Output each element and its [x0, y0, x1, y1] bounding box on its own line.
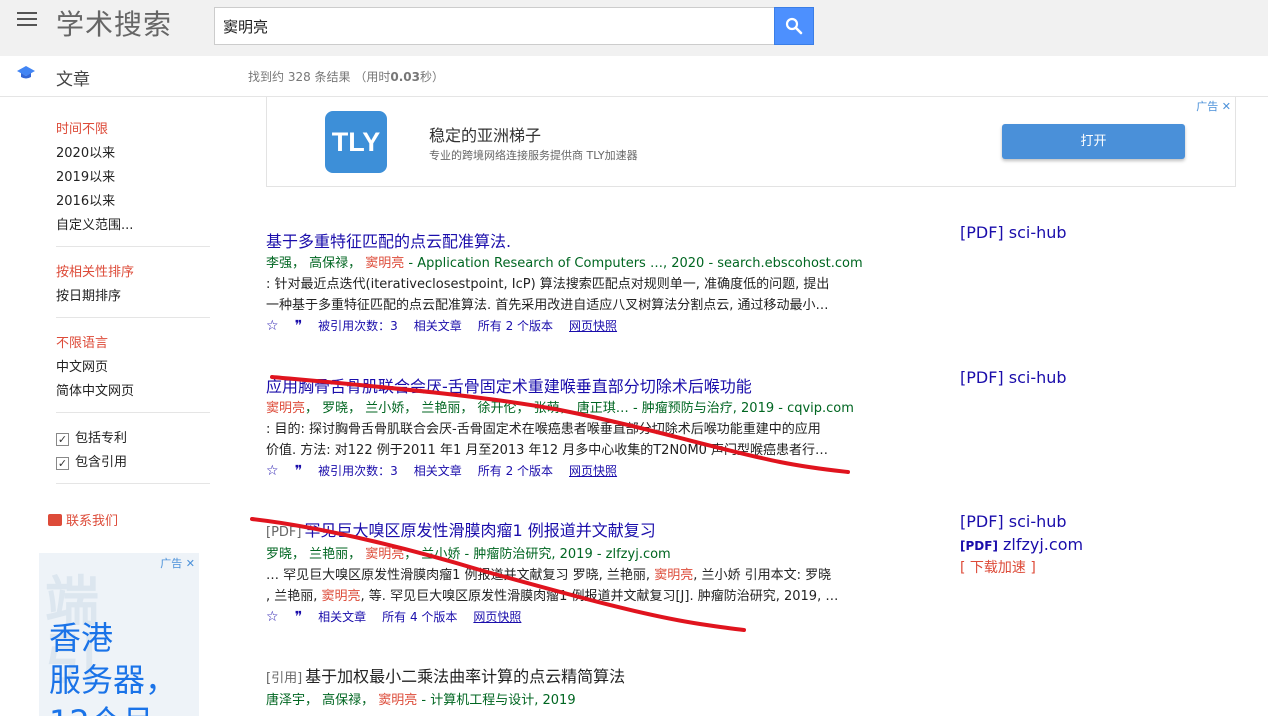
result-authors: 窦明亮， 罗晓， 兰小娇， 兰艳丽， 徐开伦， 张萌， 唐正琪… - 肿瘤预防与… — [266, 401, 854, 416]
result-actions: ☆ ❞ 被引用次数：3 相关文章 所有 2 个版本 网页快照 — [266, 461, 906, 481]
result-title[interactable]: 基于多重特征匹配的点云配准算法. — [266, 231, 906, 253]
logo[interactable]: 学术搜索 — [56, 3, 172, 43]
pdf-source-link[interactable]: [PDF] zlfzyj.com — [960, 533, 1083, 558]
all-versions-link[interactable]: 所有 2 个版本 — [478, 461, 553, 481]
filter-since-2019[interactable]: 2019以来 — [56, 166, 210, 190]
search-button[interactable] — [774, 7, 814, 45]
all-versions-link[interactable]: 所有 4 个版本 — [382, 607, 457, 627]
left-ad-text: 香港 服务器， 12个月 — [49, 619, 178, 716]
star-icon[interactable]: ☆ — [266, 461, 279, 481]
cite-icon[interactable]: ❞ — [295, 607, 303, 627]
filter-since-2020[interactable]: 2020以来 — [56, 142, 210, 166]
lang-chinese[interactable]: 中文网页 — [56, 356, 210, 380]
language-filter: 不限语言 中文网页 简体中文网页 — [56, 332, 210, 413]
include-options: ✓ 包括专利 ✓ 包含引用 — [56, 427, 210, 484]
search-input[interactable] — [214, 7, 775, 45]
pdf-tag: [PDF] — [266, 525, 302, 540]
cached-link[interactable]: 网页快照 — [569, 316, 617, 336]
result-snippet: , 兰艳丽, 窦明亮, 等. 罕见巨大嗅区原发性滑膜肉瘤1 例报道并文献复习[J… — [266, 589, 839, 604]
result-snippet: … 罕见巨大嗅区原发性滑膜肉瘤1 例报道并文献复习 罗晓, 兰艳丽, 窦明亮, … — [266, 568, 832, 583]
cited-by-link[interactable]: 被引用次数：3 — [318, 316, 398, 336]
result-title[interactable]: 应用胸骨舌骨肌联合会厌-舌骨固定术重建喉垂直部分切除术后喉功能 — [266, 376, 906, 398]
sort-options: 按相关性排序 按日期排序 — [56, 261, 210, 318]
checkmark-icon: ✓ — [56, 456, 69, 470]
result-actions: ☆ ❞ 被引用次数：3 相关文章 所有 2 个版本 网页快照 — [266, 316, 906, 336]
section-label[interactable]: 文章 — [56, 65, 90, 90]
sort-by-date[interactable]: 按日期排序 — [56, 285, 210, 309]
include-citations-checkbox[interactable]: ✓ 包含引用 — [56, 451, 210, 475]
result-snippet: 一种基于多重特征匹配的点云配准算法. 首先采用改进自适应八叉树算法分割点云, 通… — [266, 298, 829, 313]
related-articles-link[interactable]: 相关文章 — [318, 607, 366, 627]
menu-icon[interactable] — [17, 12, 37, 28]
search-result: [引用] 基于加权最小二乘法曲率计算的点云精简算法 唐泽宇， 高保禄， 窦明亮 -… — [266, 666, 906, 711]
all-versions-link[interactable]: 所有 2 个版本 — [478, 316, 553, 336]
cached-link[interactable]: 网页快照 — [473, 607, 521, 627]
tly-logo: TLY — [325, 111, 387, 173]
time-filter: 时间不限 2020以来 2019以来 2016以来 自定义范围... — [56, 118, 210, 247]
result-snippet: : 针对最近点迭代(iterativeclosestpoint, IcP) 算法… — [266, 277, 830, 292]
filter-any-time[interactable]: 时间不限 — [56, 118, 210, 142]
checkmark-icon: ✓ — [56, 432, 69, 446]
filter-custom-range[interactable]: 自定义范围... — [56, 214, 210, 238]
ad-tag[interactable]: 广告 ✕ — [160, 555, 195, 571]
related-articles-link[interactable]: 相关文章 — [414, 316, 462, 336]
sci-hub-link[interactable]: [PDF] sci-hub — [960, 510, 1067, 533]
search-result: [PDF] 罕见巨大嗅区原发性滑膜肉瘤1 例报道并文献复习 罗晓， 兰艳丽， 窦明… — [266, 520, 906, 627]
include-patents-checkbox[interactable]: ✓ 包括专利 — [56, 427, 210, 451]
download-accelerate-link[interactable]: [ 下载加速 ] — [960, 557, 1036, 580]
sub-bar: 文章 找到约 328 条结果 （用时0.03秒） — [0, 56, 1268, 97]
result-title[interactable]: [PDF] 罕见巨大嗅区原发性滑膜肉瘤1 例报道并文献复习 — [266, 520, 906, 544]
result-actions: ☆ ❞ 相关文章 所有 4 个版本 网页快照 — [266, 607, 906, 627]
search-icon — [785, 17, 803, 35]
result-authors: 李强， 高保禄， 窦明亮 - Application Research of C… — [266, 256, 863, 271]
ad-banner[interactable]: 广告 ✕ TLY 稳定的亚洲梯子 专业的跨境网络连接服务提供商 TLY加速器 打… — [266, 97, 1236, 187]
search-result: 基于多重特征匹配的点云配准算法. 李强， 高保禄， 窦明亮 - Applicat… — [266, 231, 906, 336]
contact-us-link[interactable]: 联系我们 — [48, 510, 118, 529]
result-snippet: 价值. 方法: 对122 例于2011 年1 月至2013 年12 月多中心收集… — [266, 443, 829, 458]
citation-tag: [引用] — [266, 671, 303, 686]
result-authors: 唐泽宇， 高保禄， 窦明亮 - 计算机工程与设计, 2019 — [266, 693, 576, 708]
ad-description: 专业的跨境网络连接服务提供商 TLY加速器 — [429, 149, 638, 162]
ad-open-button[interactable]: 打开 — [1002, 124, 1185, 159]
filter-since-2016[interactable]: 2016以来 — [56, 190, 210, 214]
ad-tag[interactable]: 广告 ✕ — [1196, 98, 1231, 114]
sci-hub-link[interactable]: [PDF] sci-hub — [960, 221, 1067, 244]
top-bar: 学术搜索 — [0, 0, 1268, 56]
result-stats: 找到约 328 条结果 （用时0.03秒） — [248, 70, 445, 84]
star-icon[interactable]: ☆ — [266, 607, 279, 627]
result-snippet: : 目的: 探讨胸骨舌骨肌联合会厌-舌骨固定术在喉癌患者喉垂直部分切除术后喉功能… — [266, 422, 821, 437]
search-result: 应用胸骨舌骨肌联合会厌-舌骨固定术重建喉垂直部分切除术后喉功能 窦明亮， 罗晓，… — [266, 376, 906, 481]
graduation-cap-icon — [17, 66, 35, 79]
sci-hub-link[interactable]: [PDF] sci-hub — [960, 366, 1067, 389]
cite-icon[interactable]: ❞ — [295, 461, 303, 481]
sort-by-relevance[interactable]: 按相关性排序 — [56, 261, 210, 285]
ad-title[interactable]: 稳定的亚洲梯子 — [429, 122, 541, 146]
cite-icon[interactable]: ❞ — [295, 316, 303, 336]
lang-any[interactable]: 不限语言 — [56, 332, 210, 356]
left-advertisement[interactable]: 端引 广告 ✕ 香港 服务器， 12个月 — [39, 553, 199, 716]
result-title[interactable]: [引用] 基于加权最小二乘法曲率计算的点云精简算法 — [266, 666, 906, 690]
result-authors: 罗晓， 兰艳丽， 窦明亮， 兰小娇 - 肿瘤防治研究, 2019 - zlfzy… — [266, 547, 671, 562]
cited-by-link[interactable]: 被引用次数：3 — [318, 461, 398, 481]
star-icon[interactable]: ☆ — [266, 316, 279, 336]
related-articles-link[interactable]: 相关文章 — [414, 461, 462, 481]
cached-link[interactable]: 网页快照 — [569, 461, 617, 481]
lang-simplified-chinese[interactable]: 简体中文网页 — [56, 380, 210, 404]
sidebar: 时间不限 2020以来 2019以来 2016以来 自定义范围... 按相关性排… — [56, 118, 210, 498]
chat-bubble-icon — [48, 513, 62, 526]
